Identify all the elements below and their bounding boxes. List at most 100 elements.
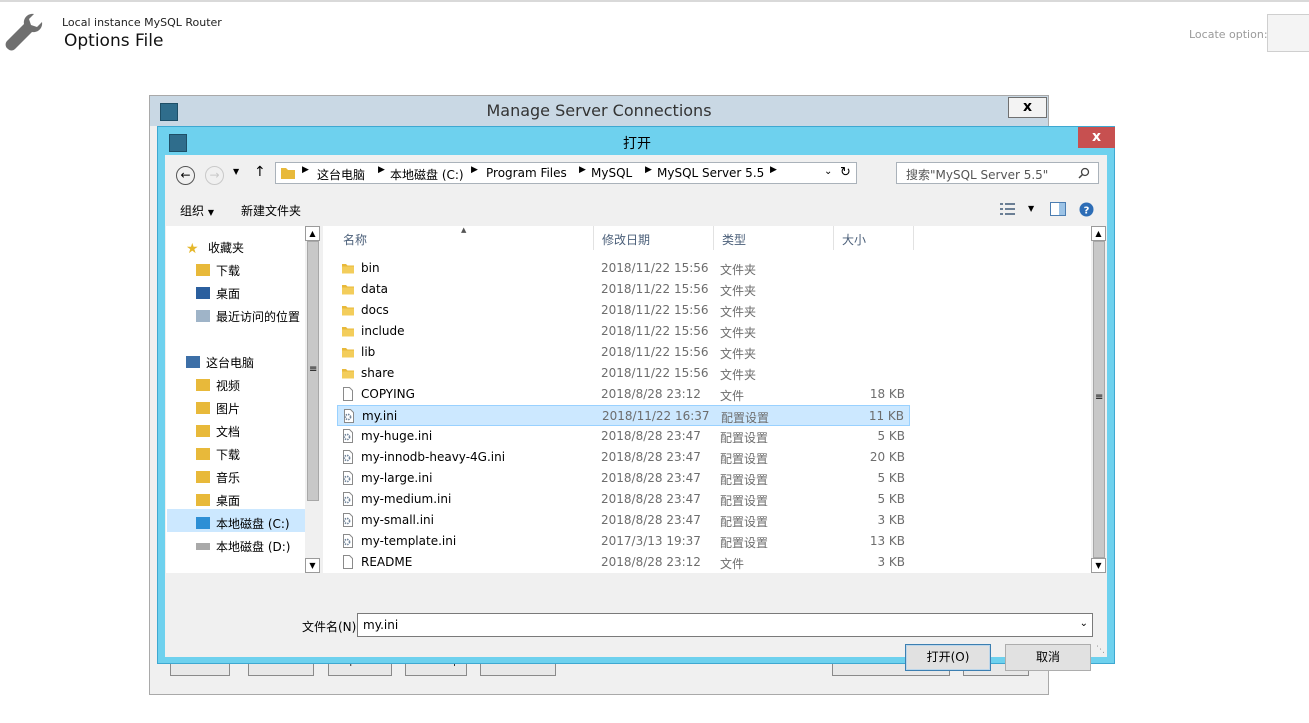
page-title: Options File [64,31,164,51]
open-dialog-title: 打开 [623,136,651,152]
view-dropdown-icon[interactable]: ▼ [1028,204,1034,213]
address-history-dropdown[interactable]: ⌄ [824,166,832,177]
open-dialog-close-button[interactable]: x [1078,127,1115,148]
breadcrumb-mysql[interactable]: MySQL [591,166,632,180]
column-size-label: 大小 [842,233,867,247]
tree-music[interactable]: 音乐 [196,469,240,486]
locate-option-input[interactable] [1267,14,1309,52]
tree-fav-desktop[interactable]: 桌面 [196,285,240,302]
tree-fav-recent[interactable]: 最近访问的位置 [196,308,300,325]
breadcrumb-separator-icon: ▶ [579,165,586,175]
tree-label: 文档 [216,425,241,439]
resize-grip-icon[interactable]: ⋱ [1096,645,1105,655]
file-row[interactable]: my-medium.ini 2018/8/28 23:47 配置设置 5 KB [337,489,910,510]
file-row[interactable]: include 2018/11/22 15:56 文件夹 [337,321,910,342]
column-header-name[interactable]: 名称 [335,226,594,250]
refresh-icon[interactable]: ↻ [840,165,851,180]
file-row[interactable]: bin 2018/11/22 15:56 文件夹 [337,258,910,279]
organize-label: 组织 [180,204,205,218]
file-row[interactable]: my-small.ini 2018/8/28 23:47 配置设置 3 KB [337,510,910,531]
tree-pictures[interactable]: 图片 [196,400,240,417]
forward-button[interactable]: → [205,166,224,185]
settings-file-icon [343,492,353,506]
scroll-down-icon[interactable]: ▼ [305,558,320,573]
scroll-up-icon[interactable]: ▲ [1091,226,1106,241]
videos-folder-icon [196,379,210,391]
preview-pane-icon[interactable] [1050,202,1066,216]
file-row[interactable]: my-innodb-heavy-4G.ini 2018/8/28 23:47 配置设… [337,447,910,468]
column-header-size[interactable]: 大小 [834,226,914,250]
view-options-icon[interactable] [1000,203,1016,215]
file-name: data [361,282,389,296]
file-name: my-huge.ini [361,429,433,443]
folder-icon [342,369,354,379]
file-row[interactable]: my.ini 2018/11/22 16:37 配置设置 11 KB [337,405,910,426]
back-button[interactable]: ← [176,166,195,185]
tree-downloads[interactable]: 下载 [196,446,240,463]
tree-local-disk-c[interactable]: 本地磁盘 (C:) [196,515,290,532]
scroll-up-icon[interactable]: ▲ [305,226,320,241]
tree-videos[interactable]: 视频 [196,377,240,394]
file-name: lib [361,345,376,359]
file-date: 2018/11/22 15:56 [601,261,709,275]
breadcrumb-mysql-server[interactable]: MySQL Server 5.5 [657,166,764,180]
navigation-pane: ★ 收藏夹 下载 桌面 最近访问的位置 这台电脑 视频 图片 文档 下载 音乐 桌… [166,226,316,573]
organize-menu[interactable]: 组织 ▼ [180,202,214,219]
file-row[interactable]: lib 2018/11/22 15:56 文件夹 [337,342,910,363]
filename-input[interactable]: my.ini ⌄ [357,613,1093,637]
drive-icon [196,543,210,550]
chevron-down-icon[interactable]: ⌄ [1080,618,1088,629]
scroll-down-icon[interactable]: ▼ [1091,558,1106,573]
search-box[interactable]: 搜索"MySQL Server 5.5" [896,162,1099,184]
file-name: my-innodb-heavy-4G.ini [361,450,506,464]
column-header-date[interactable]: 修改日期 [594,226,714,250]
scroll-thumb[interactable]: ≡ [307,241,319,501]
cancel-button[interactable]: 取消 [1005,644,1091,671]
open-button[interactable]: 打开(O) [905,644,991,671]
breadcrumb-local-disk-c[interactable]: 本地磁盘 (C:) [390,166,464,183]
recent-places-icon [196,310,210,322]
arrow-up-icon: ↑ [254,164,266,180]
file-date: 2018/8/28 23:12 [601,555,701,569]
tree-local-disk-d[interactable]: 本地磁盘 (D:) [196,538,290,555]
tree-desktop[interactable]: 桌面 [196,492,240,509]
scroll-thumb[interactable]: ≡ [1093,241,1105,558]
tree-label: 桌面 [216,494,241,508]
file-row[interactable]: data 2018/11/22 15:56 文件夹 [337,279,910,300]
file-row[interactable]: my-template.ini 2017/3/13 19:37 配置设置 13 KB [337,531,910,552]
column-header-type[interactable]: 类型 [714,226,834,250]
file-type: 文件夹 [720,326,757,340]
breadcrumb-this-pc[interactable]: 这台电脑 [317,166,365,183]
recent-locations-dropdown[interactable]: ▼ [233,167,239,176]
file-row[interactable]: docs 2018/11/22 15:56 文件夹 [337,300,910,321]
file-size: 5 KB [877,471,905,485]
tree-fav-downloads[interactable]: 下载 [196,262,240,279]
new-folder-button[interactable]: 新建文件夹 [241,202,301,219]
tree-this-pc-label: 这台电脑 [206,356,255,370]
file-row[interactable]: my-huge.ini 2018/8/28 23:47 配置设置 5 KB [337,426,910,447]
tree-favorites[interactable]: ★ 收藏夹 [186,239,244,257]
address-bar[interactable]: ▶ 这台电脑 ▶ 本地磁盘 (C:) ▶ Program Files ▶ MyS… [275,162,857,184]
tree-label: 音乐 [216,471,241,485]
file-row[interactable]: my-large.ini 2018/8/28 23:47 配置设置 5 KB [337,468,910,489]
folder-icon [342,327,354,337]
breadcrumb-program-files[interactable]: Program Files [486,166,567,180]
star-icon: ★ [186,241,199,257]
file-name: README [361,555,413,569]
grip-icon: ≡ [1095,392,1104,403]
tree-label: 本地磁盘 (D:) [216,540,291,554]
tree-this-pc[interactable]: 这台电脑 [186,354,254,371]
file-row[interactable]: COPYING 2018/8/28 23:12 文件 18 KB [337,384,910,405]
folder-icon [281,168,295,179]
up-button[interactable]: ↑ [254,164,266,180]
help-icon[interactable]: ? [1079,202,1094,217]
file-name: docs [361,303,389,317]
file-list-scrollbar[interactable]: ▲ ≡ ▼ [1091,226,1107,573]
navigation-scrollbar[interactable]: ▲ ≡ ▼ [305,226,321,573]
file-size: 5 KB [877,429,905,443]
file-row[interactable]: share 2018/11/22 15:56 文件夹 [337,363,910,384]
manage-connections-close-button[interactable]: x [1008,97,1047,118]
breadcrumb-separator-icon: ▶ [645,165,652,175]
tree-documents[interactable]: 文档 [196,423,240,440]
file-row[interactable]: README 2018/8/28 23:12 文件 3 KB [337,552,910,573]
